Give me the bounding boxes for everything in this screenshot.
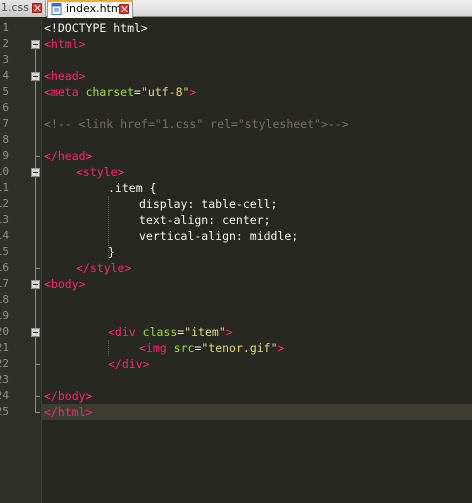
fold-end-marker	[35, 268, 40, 269]
code-line-11: .item {	[108, 180, 156, 196]
line-number: 19	[0, 309, 9, 322]
code-line-5: <meta charset="utf-8">	[44, 84, 196, 100]
line-number: 6	[2, 101, 9, 114]
attr-name: src	[173, 341, 195, 355]
code-line-20: <div class="item">	[108, 324, 233, 340]
attr-value: "item"	[184, 325, 226, 339]
line-number: 22	[0, 357, 9, 370]
code-line-17: <body>	[44, 276, 86, 292]
fold-end-marker	[35, 156, 40, 157]
line-number: 15	[0, 245, 9, 258]
indent-guide	[108, 340, 109, 356]
tab-index-html[interactable]: index.html	[47, 0, 133, 18]
style-open-tag: <style>	[76, 165, 125, 179]
line-number: 13	[0, 213, 9, 226]
html-comment: <!-- <link href="1.css" rel="stylesheet"…	[44, 117, 349, 131]
div-close-tag: </div>	[108, 357, 150, 371]
fold-minus-icon[interactable]	[31, 72, 40, 81]
html-open-tag: <html>	[44, 37, 86, 51]
css-declaration: display: table-cell;	[139, 197, 278, 211]
fold-end-marker	[35, 396, 40, 397]
code-line-10: <style>	[76, 164, 124, 180]
tab-label: 1.css	[1, 1, 30, 14]
body-open-tag: <body>	[44, 277, 86, 291]
line-number: 17	[0, 277, 9, 290]
fold-guide	[35, 49, 36, 413]
meta-tag: <meta	[44, 85, 79, 99]
line-number: 1	[2, 21, 9, 34]
code-line-24: </body>	[44, 388, 92, 404]
css-selector: .item {	[108, 181, 157, 195]
code-line-15: }	[108, 244, 115, 260]
css-declaration: vertical-align: middle;	[139, 229, 299, 243]
attr-value: "utf-8"	[140, 85, 190, 99]
fold-end-marker	[35, 364, 40, 365]
line-number: 10	[0, 165, 9, 178]
tag-close: >	[277, 341, 285, 355]
code-line-4: <head>	[44, 68, 86, 84]
line-number: 4	[2, 69, 9, 82]
fold-minus-icon[interactable]	[31, 328, 40, 337]
tab-label: index.html	[66, 2, 125, 15]
line-number: 18	[0, 293, 9, 306]
fold-minus-icon[interactable]	[31, 40, 40, 49]
code-line-16: </style>	[76, 260, 131, 276]
line-number: 2	[2, 37, 9, 50]
code-line-21: <img src="tenor.gif">	[139, 340, 284, 356]
code-editor-area[interactable]: <!DOCTYPE html> <html> <head> <meta char…	[42, 18, 472, 503]
line-number: 3	[2, 53, 9, 66]
html-close-tag: </html>	[44, 405, 93, 419]
css-declaration: text-align: center;	[139, 213, 271, 227]
line-number: 16	[0, 261, 9, 274]
close-icon[interactable]	[32, 3, 42, 13]
code-line-12: display: table-cell;	[139, 196, 277, 212]
equals-token: =	[134, 85, 141, 99]
line-number: 11	[0, 181, 9, 194]
line-numbers: 1 2 3 4 5 6 7 8 9 10 11 12 13 14 15 16 1…	[0, 18, 10, 503]
line-number: 8	[2, 133, 9, 146]
code-line-9: </head>	[44, 148, 92, 164]
tag-close: >	[189, 85, 197, 99]
line-number: 12	[0, 197, 9, 210]
doctype-token: <!DOCTYPE html>	[44, 21, 148, 35]
line-number: 9	[2, 149, 9, 162]
div-open-tag: <div	[108, 325, 136, 339]
body-close-tag: </body>	[44, 389, 93, 403]
html-file-icon	[51, 3, 62, 15]
line-number: 7	[2, 117, 9, 130]
fold-minus-icon[interactable]	[31, 280, 40, 289]
tab-1-css[interactable]: 1.css	[0, 0, 46, 17]
line-number: 25	[0, 405, 9, 418]
code-line-1: <!DOCTYPE html>	[44, 20, 148, 36]
style-close-tag: </style>	[76, 261, 132, 275]
current-line-highlight	[42, 404, 472, 420]
line-number: 5	[2, 85, 9, 98]
head-open-tag: <head>	[44, 69, 86, 83]
tab-bar: 1.css index.html	[0, 0, 472, 18]
editor-gutter: 1 2 3 4 5 6 7 8 9 10 11 12 13 14 15 16 1…	[0, 18, 42, 503]
code-line-25: </html>	[44, 404, 92, 420]
code-line-14: vertical-align: middle;	[139, 228, 298, 244]
code-editor-window: 1.css index.html 1 2 3 4 5 6 7 8 9 10	[0, 0, 472, 503]
fold-minus-icon[interactable]	[31, 168, 40, 177]
line-number: 14	[0, 229, 9, 242]
line-number: 21	[0, 341, 9, 354]
code-line-13: text-align: center;	[139, 212, 271, 228]
code-line-2: <html>	[44, 36, 86, 52]
code-line-7: <!-- <link href="1.css" rel="stylesheet"…	[44, 116, 349, 132]
attr-value: "tenor.gif"	[201, 341, 278, 355]
line-number: 24	[0, 389, 9, 402]
attr-name: class	[142, 325, 178, 339]
fold-end-marker	[35, 412, 40, 413]
tag-close: >	[225, 325, 233, 339]
line-number: 20	[0, 325, 9, 338]
close-icon[interactable]	[119, 4, 129, 14]
css-block-close: }	[108, 245, 115, 259]
attr-name: charset	[85, 85, 135, 99]
code-line-22: </div>	[108, 356, 150, 372]
head-close-tag: </head>	[44, 149, 93, 163]
img-tag: <img	[139, 341, 167, 355]
line-number: 23	[0, 373, 9, 386]
